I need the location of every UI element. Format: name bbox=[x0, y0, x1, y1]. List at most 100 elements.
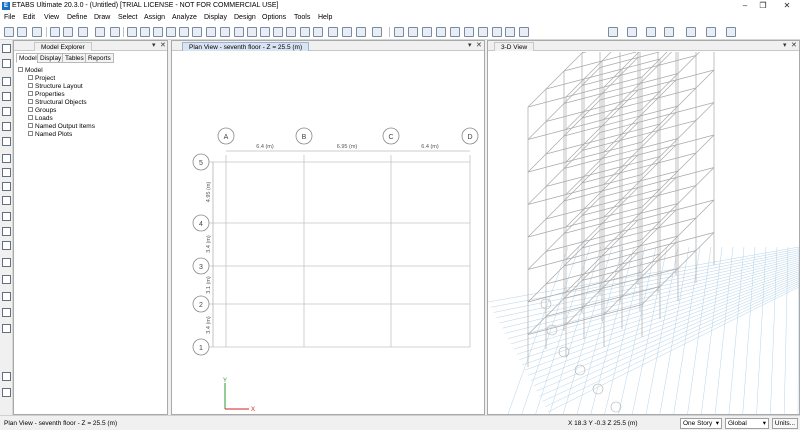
units-button[interactable]: Units... bbox=[772, 418, 798, 429]
tab-display[interactable]: Display bbox=[37, 53, 65, 63]
draw-wall-stack-icon[interactable] bbox=[2, 212, 11, 221]
redo-icon[interactable] bbox=[63, 27, 73, 37]
refresh-icon[interactable] bbox=[206, 27, 216, 37]
object-shrink-icon[interactable] bbox=[342, 27, 352, 37]
display-options-icon[interactable] bbox=[328, 27, 338, 37]
minimize-button[interactable]: – bbox=[738, 1, 752, 11]
undo-icon[interactable] bbox=[50, 27, 60, 37]
panel-close-icon[interactable]: ✕ bbox=[160, 42, 166, 50]
tab-reports[interactable]: Reports bbox=[85, 53, 114, 63]
i-section-icon[interactable] bbox=[664, 27, 674, 37]
pointer-icon[interactable] bbox=[2, 44, 11, 53]
menu-file[interactable]: File bbox=[4, 14, 15, 21]
menu-tools[interactable]: Tools bbox=[294, 14, 310, 21]
menu-help[interactable]: Help bbox=[318, 14, 332, 21]
draw-area-icon[interactable] bbox=[2, 241, 11, 250]
design-display-icon[interactable] bbox=[505, 27, 515, 37]
expand-box-icon[interactable] bbox=[28, 91, 33, 96]
set-display-icon[interactable] bbox=[356, 27, 366, 37]
view-xy-icon[interactable] bbox=[234, 27, 244, 37]
panel-close-icon[interactable]: ✕ bbox=[791, 42, 797, 50]
link-display-icon[interactable] bbox=[422, 27, 432, 37]
tendon-display-icon[interactable] bbox=[450, 27, 460, 37]
rotate-icon[interactable] bbox=[273, 27, 283, 37]
draw-link-icon[interactable] bbox=[2, 258, 11, 267]
expand-box-icon[interactable] bbox=[28, 83, 33, 88]
close-button[interactable]: ✕ bbox=[780, 1, 794, 11]
menu-define[interactable]: Define bbox=[67, 14, 87, 21]
view-3d-icon[interactable] bbox=[220, 27, 230, 37]
draw-brace-icon[interactable] bbox=[2, 122, 11, 131]
draw-opening-icon[interactable] bbox=[2, 182, 11, 191]
line-weight-icon[interactable] bbox=[726, 27, 736, 37]
draw-floor-icon[interactable] bbox=[2, 154, 11, 163]
menu-analyze[interactable]: Analyze bbox=[172, 14, 197, 21]
plan-view-panel[interactable]: Plan View - seventh floor - Z = 25.5 (m)… bbox=[171, 40, 485, 415]
expand-box-icon[interactable] bbox=[28, 115, 33, 120]
tree-item-named-plots[interactable]: Named Plots bbox=[28, 130, 72, 139]
joint-display-icon[interactable] bbox=[436, 27, 446, 37]
snap-options-icon[interactable] bbox=[2, 372, 11, 381]
expand-box-icon[interactable] bbox=[28, 75, 33, 80]
move-up-icon[interactable] bbox=[300, 27, 310, 37]
expand-box-icon[interactable] bbox=[28, 131, 33, 136]
expand-box-icon[interactable] bbox=[28, 99, 33, 104]
tee-section-icon[interactable] bbox=[646, 27, 656, 37]
panel-menu-chevron-icon[interactable]: ▾ bbox=[152, 42, 156, 50]
collapse-box-icon[interactable] bbox=[18, 67, 23, 72]
story-select[interactable]: One Story ▾ bbox=[680, 418, 722, 429]
draw-beam-icon[interactable] bbox=[2, 92, 11, 101]
edit-pencil-icon[interactable] bbox=[78, 27, 88, 37]
extrude-icon[interactable] bbox=[372, 27, 382, 37]
expand-box-icon[interactable] bbox=[28, 123, 33, 128]
line-style-icon[interactable] bbox=[686, 27, 696, 37]
save-icon[interactable] bbox=[32, 27, 42, 37]
reshape-icon[interactable] bbox=[2, 59, 11, 68]
menu-options[interactable]: Options bbox=[262, 14, 286, 21]
zoom-in-icon[interactable] bbox=[140, 27, 150, 37]
story-response-icon[interactable] bbox=[492, 27, 502, 37]
draw-section-cut-icon[interactable] bbox=[2, 292, 11, 301]
draw-column-icon[interactable] bbox=[2, 107, 11, 116]
menu-edit[interactable]: Edit bbox=[23, 14, 35, 21]
open-icon[interactable] bbox=[17, 27, 27, 37]
draw-joint-icon[interactable] bbox=[2, 77, 11, 86]
menu-design[interactable]: Design bbox=[234, 14, 256, 21]
run-analysis-icon[interactable] bbox=[110, 27, 120, 37]
zoom-previous-icon[interactable] bbox=[179, 27, 189, 37]
view-3d-tab[interactable]: 3-D View bbox=[494, 42, 535, 51]
new-model-icon[interactable] bbox=[4, 27, 14, 37]
frame-display-icon[interactable] bbox=[394, 27, 404, 37]
plan-view-canvas[interactable]: A B C D 5 4 3 2 1 6.4 (m) 6.95 (m) 6.4 (… bbox=[172, 52, 484, 414]
view-3d-canvas[interactable] bbox=[488, 52, 799, 414]
move-down-icon[interactable] bbox=[313, 27, 323, 37]
view-3d-panel[interactable]: 3-D View ▾ ✕ bbox=[487, 40, 800, 415]
shell-display-icon[interactable] bbox=[408, 27, 418, 37]
perspective-icon[interactable] bbox=[286, 27, 296, 37]
draw-wall-icon[interactable] bbox=[2, 168, 11, 177]
member-forces-icon[interactable] bbox=[478, 27, 488, 37]
draw-rectangular-area-icon[interactable] bbox=[2, 227, 11, 236]
view-yz-icon[interactable] bbox=[260, 27, 270, 37]
draw-grid-icon[interactable] bbox=[2, 275, 11, 284]
shell-section-icon[interactable] bbox=[627, 27, 637, 37]
menu-assign[interactable]: Assign bbox=[144, 14, 165, 21]
zoom-extents-icon[interactable] bbox=[166, 27, 176, 37]
menu-select[interactable]: Select bbox=[118, 14, 137, 21]
deformed-shape-icon[interactable] bbox=[464, 27, 474, 37]
zoom-out-icon[interactable] bbox=[153, 27, 163, 37]
menu-draw[interactable]: Draw bbox=[94, 14, 110, 21]
coordinate-system-select[interactable]: Global ▾ bbox=[725, 418, 769, 429]
maximize-button[interactable]: ❐ bbox=[756, 1, 770, 11]
section-designer-icon[interactable] bbox=[608, 27, 618, 37]
plan-view-tab[interactable]: Plan View - seventh floor - Z = 25.5 (m) bbox=[182, 42, 310, 51]
menu-view[interactable]: View bbox=[44, 14, 59, 21]
view-xz-icon[interactable] bbox=[247, 27, 257, 37]
panel-close-icon[interactable]: ✕ bbox=[476, 42, 482, 50]
snap-points-icon[interactable] bbox=[2, 388, 11, 397]
zoom-window-icon[interactable] bbox=[127, 27, 137, 37]
draw-tendon-icon[interactable] bbox=[2, 324, 11, 333]
menu-display[interactable]: Display bbox=[204, 14, 227, 21]
draw-cross-brace-icon[interactable] bbox=[2, 137, 11, 146]
table-display-icon[interactable] bbox=[519, 27, 529, 37]
